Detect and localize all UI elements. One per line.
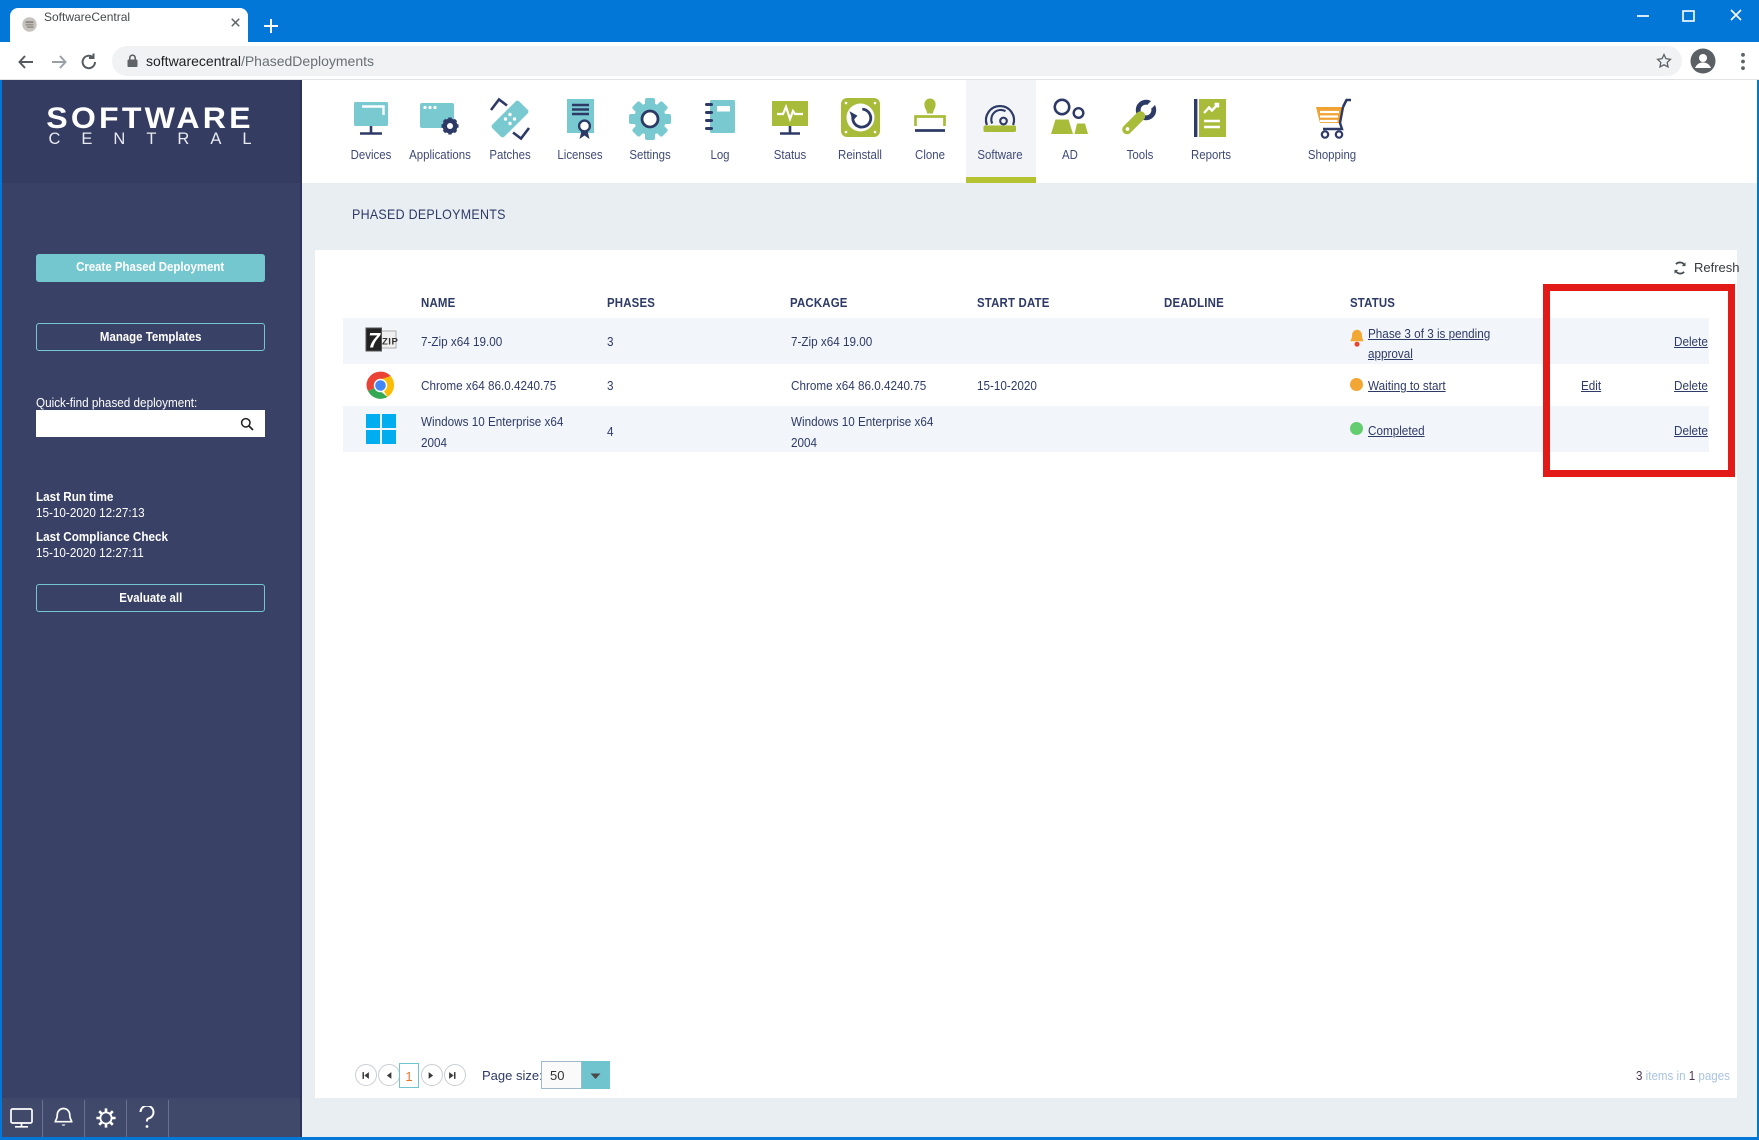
svg-text:7: 7 xyxy=(368,330,381,353)
svg-text:ZIP: ZIP xyxy=(382,337,398,348)
